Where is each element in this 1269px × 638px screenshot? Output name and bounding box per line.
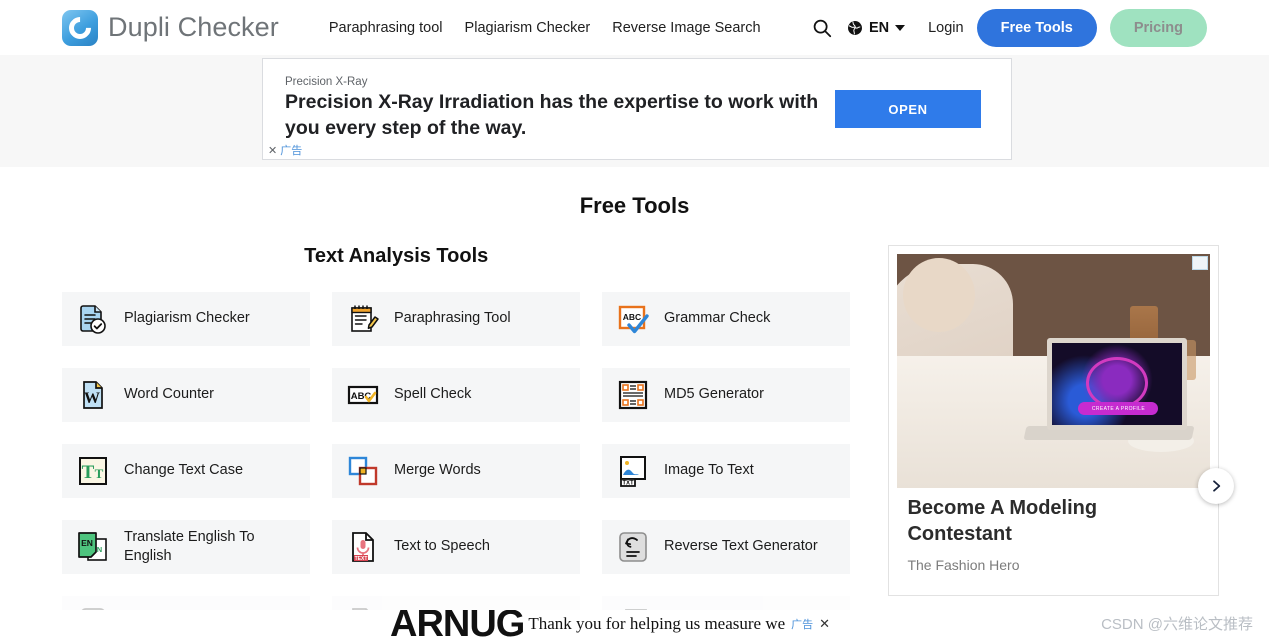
primary-nav: Paraphrasing tool Plagiarism Checker Rev… (329, 20, 761, 36)
adchoices-icon[interactable] (1192, 256, 1208, 270)
bottom-overlay-ad[interactable]: ARNUG Thank you for helping us measure w… (0, 610, 1269, 638)
translate-icon: EN EN (76, 530, 110, 564)
tools-column: Text Analysis Tools Plagiarism Checker P… (62, 245, 870, 638)
merge-squares-icon (346, 454, 380, 488)
free-tools-button[interactable]: Free Tools (976, 8, 1097, 47)
ad-close-icon[interactable]: ✕ (268, 144, 277, 157)
svg-text:ABC: ABC (623, 312, 641, 322)
document-check-icon (76, 302, 110, 336)
abc-tick-icon: ABC (346, 378, 380, 412)
promo-subtitle: The Fashion Hero (907, 557, 1020, 574)
ad-open-button[interactable]: OPEN (835, 90, 981, 128)
bottom-ad-label: 广告 (791, 619, 814, 631)
tool-card-image-to-text[interactable]: TXT Image To Text (602, 444, 850, 498)
tool-label: Change Text Case (124, 462, 244, 479)
ad-disclosure[interactable]: ✕ 广告 (268, 142, 302, 158)
tool-label: Merge Words (394, 462, 481, 479)
svg-text:W: W (84, 390, 100, 407)
tool-label: Translate English To English (124, 528, 255, 564)
globe-icon (846, 19, 864, 37)
logo[interactable]: Dupli Checker (62, 9, 279, 46)
tool-card-change-text-case[interactable]: T T Change Text Case (62, 444, 310, 498)
image-text-icon: TXT (616, 454, 650, 488)
promo-body: Become A Modeling Contestant The Fashion… (897, 488, 1210, 588)
top-banner-ad[interactable]: Precision X-Ray Precision X-Ray Irradiat… (262, 58, 1012, 160)
word-document-icon: W (76, 378, 110, 412)
tool-card-paraphrasing-tool[interactable]: Paraphrasing Tool (332, 292, 580, 346)
tool-label: Word Counter (124, 386, 214, 403)
notepad-pencil-icon (346, 302, 380, 336)
search-icon[interactable] (811, 17, 833, 39)
speech-document-icon: TEXT (346, 530, 380, 564)
content-area: Text Analysis Tools Plagiarism Checker P… (0, 245, 1269, 638)
ad-copy: Precision X-Ray Precision X-Ray Irradiat… (263, 66, 835, 151)
bottom-ad-close-icon[interactable]: ✕ (819, 616, 830, 632)
tool-card-word-counter[interactable]: W Word Counter (62, 368, 310, 422)
tool-card-spell-check[interactable]: ABC Spell Check (332, 368, 580, 422)
tool-label: Text to Speech (394, 538, 490, 555)
language-code: EN (868, 19, 890, 36)
tool-card-text-to-speech[interactable]: TEXT Text to Speech (332, 520, 580, 574)
site-header: Dupli Checker Paraphrasing tool Plagiari… (0, 0, 1269, 55)
tool-label: Spell Check (394, 386, 472, 403)
svg-text:EN: EN (81, 538, 93, 548)
nav-item-plagiarism-checker[interactable]: Plagiarism Checker (465, 20, 591, 36)
dupli-checker-logo-icon (62, 9, 98, 46)
reverse-arrow-icon (616, 530, 650, 564)
text-case-icon: T T (76, 454, 110, 488)
tool-label: Paraphrasing Tool (394, 310, 511, 327)
tool-card-reverse-text-generator[interactable]: Reverse Text Generator (602, 520, 850, 574)
tool-label: Image To Text (664, 462, 754, 479)
language-selector[interactable]: EN (846, 19, 906, 37)
abc-check-icon: ABC (616, 302, 650, 336)
tool-card-merge-words[interactable]: Merge Words (332, 444, 580, 498)
top-ad-band: Precision X-Ray Precision X-Ray Irradiat… (0, 55, 1269, 167)
carousel-next-button[interactable] (1198, 468, 1234, 504)
hash-grid-icon (616, 378, 650, 412)
tool-card-grammar-check[interactable]: ABC Grammar Check (602, 292, 850, 346)
tool-label: MD5 Generator (664, 386, 764, 403)
ad-label: 广告 (280, 145, 303, 157)
tools-grid: Plagiarism Checker Paraphrasing Tool ABC… (62, 292, 870, 638)
tool-label: Plagiarism Checker (124, 310, 250, 327)
bottom-ad-message: Thank you for helping us measure we (528, 614, 786, 633)
svg-text:TEXT: TEXT (355, 556, 368, 562)
svg-text:T: T (95, 466, 104, 481)
login-link[interactable]: Login (928, 20, 963, 36)
tool-label: Reverse Text Generator (664, 538, 818, 555)
ad-brand: Precision X-Ray (285, 76, 368, 89)
tool-card-md5-generator[interactable]: MD5 Generator (602, 368, 850, 422)
header-actions: EN Login Free Tools Pricing (811, 8, 1207, 47)
nav-item-paraphrasing-tool[interactable]: Paraphrasing tool (329, 20, 443, 36)
sidebar: CREATE A PROFILE Become A Modeling Conte… (888, 245, 1234, 638)
csdn-watermark: CSDN @六维论文推荐 (1101, 616, 1253, 633)
promo-ad-card[interactable]: CREATE A PROFILE Become A Modeling Conte… (888, 245, 1234, 597)
tool-card-translate-english-to-english[interactable]: EN EN Translate English To English (62, 520, 310, 574)
nav-item-reverse-image-search[interactable]: Reverse Image Search (612, 20, 760, 36)
laptop-cta-label: CREATE A PROFILE (1078, 402, 1159, 415)
page-title: Free Tools (579, 193, 690, 218)
tool-label: Grammar Check (664, 310, 771, 327)
bottom-ad-logo: ARNUG (390, 610, 525, 638)
promo-title: Become A Modeling Contestant (907, 497, 1098, 545)
section-title: Text Analysis Tools (304, 245, 489, 267)
svg-text:TXT: TXT (622, 481, 634, 487)
logo-text: Dupli Checker (108, 12, 279, 42)
pricing-button[interactable]: Pricing (1109, 8, 1207, 47)
ad-headline: Precision X-Ray Irradiation has the expe… (285, 91, 819, 139)
svg-text:T: T (82, 462, 95, 483)
tool-card-plagiarism-checker[interactable]: Plagiarism Checker (62, 292, 310, 346)
promo-image: CREATE A PROFILE (897, 254, 1210, 488)
chevron-down-icon (895, 24, 906, 31)
